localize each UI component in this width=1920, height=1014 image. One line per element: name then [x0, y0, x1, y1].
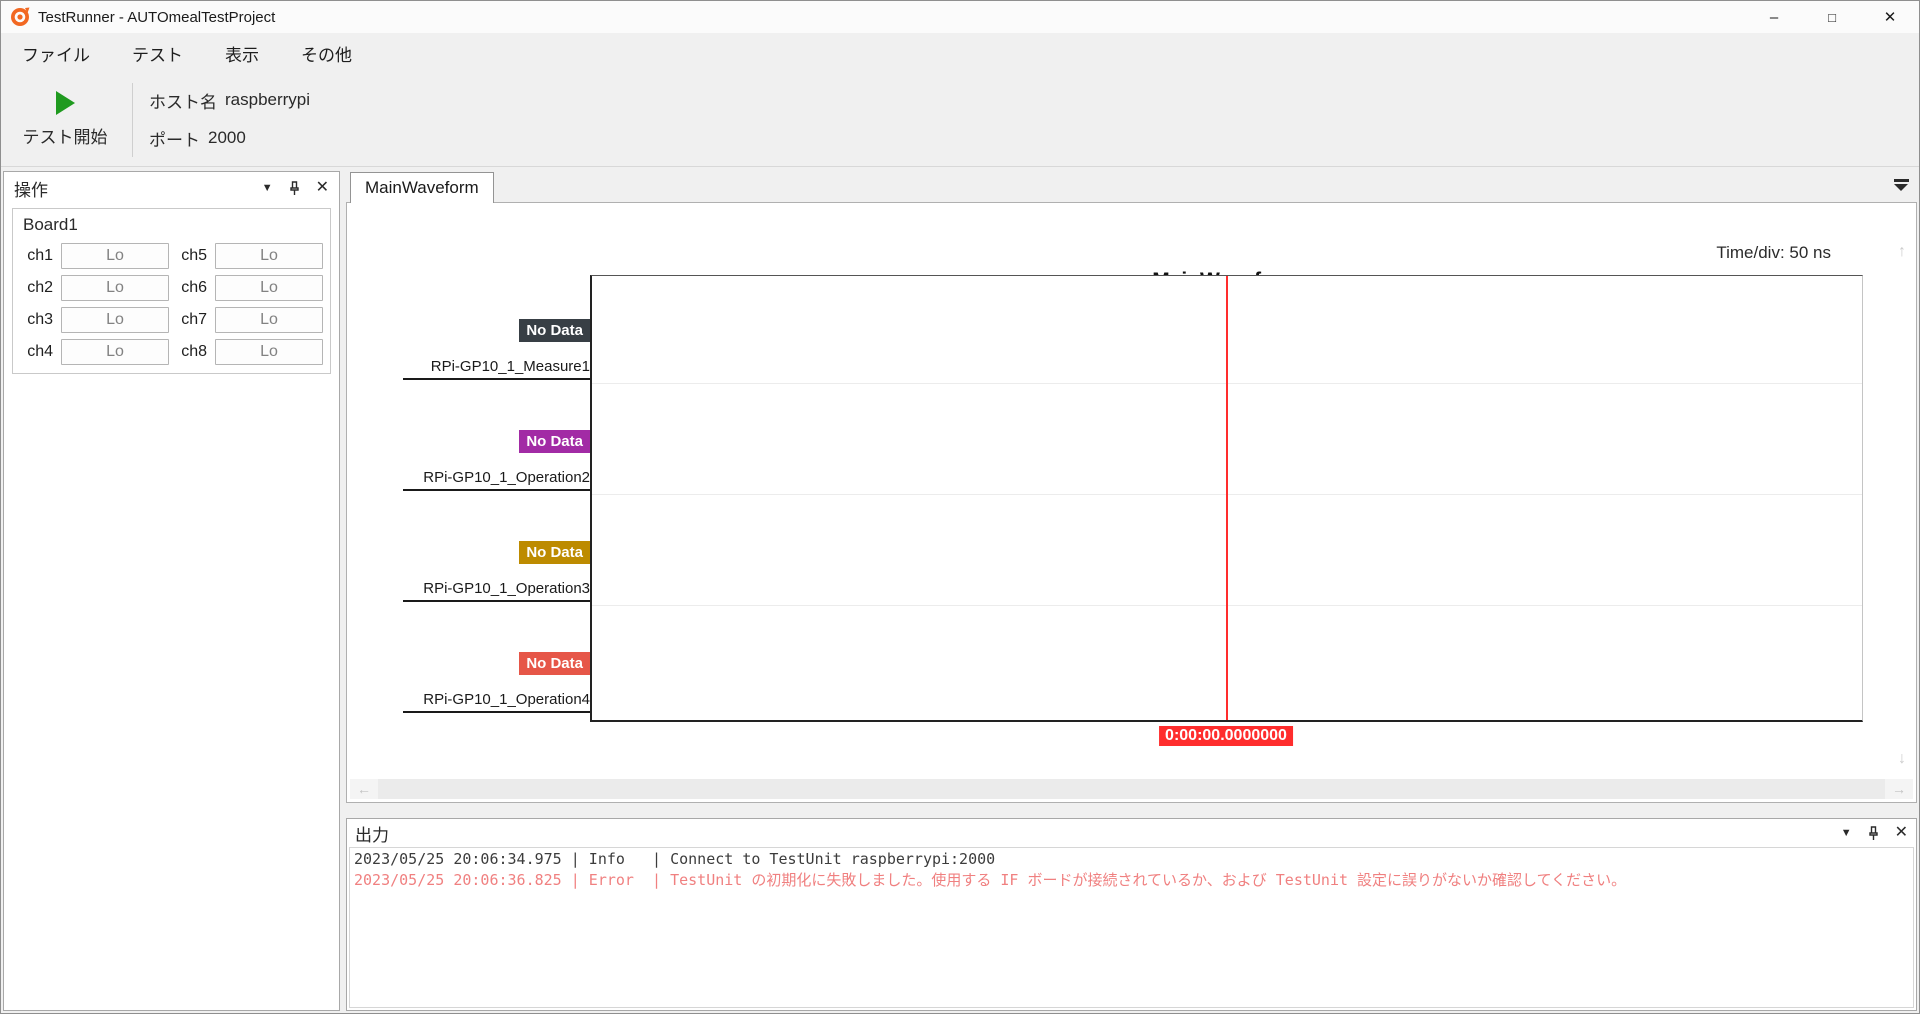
channel-label-ch3: ch3 — [21, 311, 61, 329]
signal-name: RPi-GP10_1_Measure1 — [403, 358, 590, 380]
signal-name: RPi-GP10_1_Operation4 — [403, 691, 590, 713]
window-title: TestRunner - AUTOmealTestProject — [38, 9, 275, 26]
menu-view[interactable]: 表示 — [204, 33, 280, 73]
channel-button-ch4[interactable]: Lo — [61, 339, 169, 365]
channel-button-ch7[interactable]: Lo — [215, 307, 323, 333]
tab-list-icon[interactable] — [1894, 179, 1909, 193]
panel-close-icon[interactable]: ✕ — [1895, 825, 1908, 841]
tab-mainwaveform[interactable]: MainWaveform — [350, 172, 494, 203]
horizontal-scrollbar[interactable]: ← → — [350, 779, 1913, 799]
log-line-error: 2023/05/25 20:06:36.825 | Error | TestUn… — [354, 870, 1909, 891]
channel-label-ch1: ch1 — [21, 247, 61, 265]
channel-label-ch8: ch8 — [169, 343, 215, 361]
minimize-button[interactable]: – — [1745, 1, 1803, 33]
app-window: TestRunner - AUTOmealTestProject – □ ✕ フ… — [0, 0, 1920, 1014]
operation-panel-title: 操作 — [14, 176, 262, 201]
scroll-right-icon[interactable]: → — [1885, 779, 1913, 799]
waveform-plot — [590, 275, 1863, 722]
close-button[interactable]: ✕ — [1861, 1, 1919, 33]
signal-status-badge: No Data — [519, 430, 590, 453]
signal-row: No Data RPi-GP10_1_Measure1 — [403, 319, 590, 380]
menu-file[interactable]: ファイル — [1, 33, 111, 73]
app-logo-icon — [10, 7, 30, 27]
time-cursor-line[interactable] — [1226, 276, 1228, 720]
signal-name: RPi-GP10_1_Operation3 — [403, 580, 590, 602]
signal-status-badge: No Data — [519, 541, 590, 564]
panel-close-icon[interactable]: ✕ — [316, 180, 329, 196]
port-label: ポート — [149, 126, 200, 151]
panel-menu-chevron-down-icon[interactable]: ▼ — [262, 183, 273, 194]
pin-icon[interactable] — [1868, 826, 1879, 841]
scroll-up-icon[interactable]: ↑ — [1898, 243, 1906, 261]
channel-grid: ch1 Lo ch5 Lo ch2 Lo ch6 Lo ch3 Lo ch7 L… — [21, 243, 322, 365]
channel-label-ch7: ch7 — [169, 311, 215, 329]
channel-button-ch8[interactable]: Lo — [215, 339, 323, 365]
menu-test[interactable]: テスト — [111, 33, 204, 73]
scroll-left-icon[interactable]: ← — [350, 779, 378, 799]
channel-button-ch5[interactable]: Lo — [215, 243, 323, 269]
start-test-button[interactable]: テスト開始 — [15, 81, 115, 157]
toolbar: テスト開始 ホスト名 raspberrypi ポート 2000 — [1, 73, 1919, 167]
board-groupbox: Board1 ch1 Lo ch5 Lo ch2 Lo ch6 Lo ch3 L… — [12, 208, 331, 374]
connection-settings: ホスト名 raspberrypi ポート 2000 — [149, 81, 310, 157]
hostname-label: ホスト名 — [149, 88, 217, 113]
log-line-info: 2023/05/25 20:06:34.975 | Info | Connect… — [354, 849, 1909, 870]
waveform-tabstrip: MainWaveform — [346, 171, 1917, 202]
title-bar: TestRunner - AUTOmealTestProject – □ ✕ — [1, 1, 1919, 33]
menu-other[interactable]: その他 — [280, 33, 373, 73]
start-test-label: テスト開始 — [23, 123, 108, 148]
toolbar-separator — [132, 83, 133, 157]
channel-label-ch5: ch5 — [169, 247, 215, 265]
window-controls: – □ ✕ — [1745, 1, 1919, 33]
scrollbar-track[interactable] — [378, 779, 1885, 799]
operation-panel: 操作 ▼ ✕ Board1 ch1 Lo ch5 Lo ch2 Lo ch6 L… — [3, 171, 340, 1011]
channel-button-ch3[interactable]: Lo — [61, 307, 169, 333]
channel-button-ch2[interactable]: Lo — [61, 275, 169, 301]
log-area: 2023/05/25 20:06:34.975 | Info | Connect… — [349, 847, 1914, 1008]
signal-name: RPi-GP10_1_Operation2 — [403, 469, 590, 491]
output-panel-header: 出力 ▼ ✕ — [347, 819, 1916, 847]
signal-row: No Data RPi-GP10_1_Operation3 — [403, 541, 590, 602]
waveform-content: Time/div: 50 ns MainWaveform No Data RPi… — [346, 202, 1917, 803]
waveform-panel: MainWaveform Time/div: 50 ns MainWavefor… — [346, 171, 1917, 803]
scroll-down-icon[interactable]: ↓ — [1898, 750, 1906, 768]
channel-button-ch1[interactable]: Lo — [61, 243, 169, 269]
channel-label-ch6: ch6 — [169, 279, 215, 297]
signal-row: No Data RPi-GP10_1_Operation2 — [403, 430, 590, 491]
channel-label-ch4: ch4 — [21, 343, 61, 361]
time-per-div-label: Time/div: 50 ns — [1716, 243, 1831, 263]
channel-label-ch2: ch2 — [21, 279, 61, 297]
signal-status-badge: No Data — [519, 319, 590, 342]
panel-menu-chevron-down-icon[interactable]: ▼ — [1841, 828, 1852, 839]
maximize-button[interactable]: □ — [1803, 1, 1861, 33]
pin-icon[interactable] — [289, 181, 300, 196]
signal-status-badge: No Data — [519, 652, 590, 675]
output-panel: 出力 ▼ ✕ 2023/05/25 20:06:34.975 | Info | … — [346, 818, 1917, 1011]
channel-button-ch6[interactable]: Lo — [215, 275, 323, 301]
port-field[interactable]: 2000 — [208, 128, 246, 148]
board-name: Board1 — [23, 215, 322, 235]
operation-panel-header: 操作 ▼ ✕ — [4, 172, 339, 204]
output-panel-title: 出力 — [355, 821, 1841, 846]
cursor-time-badge: 0:00:00.0000000 — [1159, 726, 1293, 746]
signal-row: No Data RPi-GP10_1_Operation4 — [403, 652, 590, 713]
menu-bar: ファイル テスト 表示 その他 — [1, 33, 1919, 73]
play-icon — [56, 91, 75, 115]
hostname-field[interactable]: raspberrypi — [225, 90, 310, 110]
